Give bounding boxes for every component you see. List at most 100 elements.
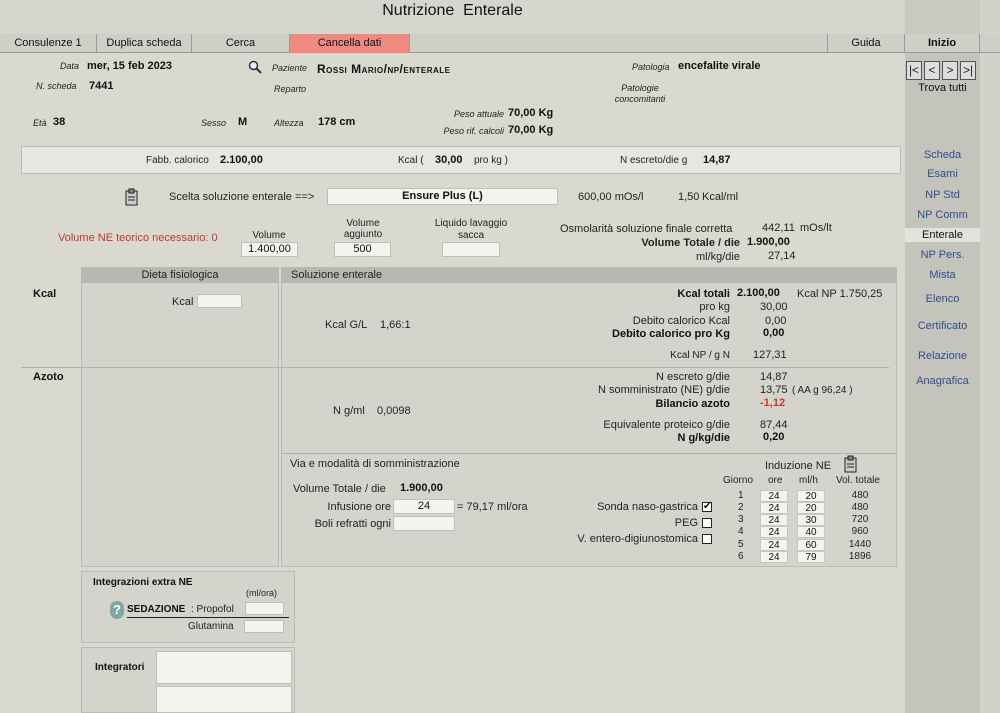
via-divider — [281, 453, 897, 454]
clipboard-icon[interactable] — [124, 188, 140, 206]
concomitanti-label: Patologie concomitanti — [614, 83, 666, 104]
liquido-label: Liquido lavaggio sacca — [434, 218, 508, 241]
nav-item-anagrafica[interactable]: Anagrafica — [905, 374, 980, 388]
kcal-np-total: Kcal NP 1.750,25 — [797, 288, 883, 300]
induzione-mlh-input[interactable]: 60 — [797, 539, 825, 551]
guida-button[interactable]: Guida — [827, 34, 905, 53]
nav-item-esami[interactable]: Esami — [905, 167, 980, 181]
induzione-mlh-input[interactable]: 40 — [797, 526, 825, 538]
nav-item-scheda[interactable]: Scheda — [905, 148, 980, 162]
nav-item-enterale[interactable]: Enterale — [905, 228, 980, 242]
cerca-button[interactable]: Cerca — [192, 34, 290, 53]
induzione-giorno: 1 — [738, 490, 744, 501]
nav-item-certificato[interactable]: Certificato — [905, 319, 980, 333]
last-record-button[interactable]: >| — [960, 61, 976, 80]
prokg-label: pro kg — [699, 301, 730, 313]
solution-kcal-value: 1,50 — [678, 191, 700, 203]
induzione-ore-input[interactable]: 24 — [760, 539, 788, 551]
peg-label: PEG — [674, 517, 698, 529]
vent-checkbox[interactable] — [702, 534, 712, 544]
scheda-label: N. scheda — [36, 81, 77, 91]
liquido-input[interactable] — [442, 242, 500, 257]
vt-label: Volume Totale / die — [641, 237, 740, 249]
duplica-scheda-button[interactable]: Duplica scheda — [97, 34, 192, 53]
help-icon[interactable]: ? — [110, 601, 124, 619]
nav-item-mista[interactable]: Mista — [905, 268, 980, 282]
h-vol: Vol. totale — [836, 475, 880, 486]
n-somm-label: N somministrato (NE) g/die — [597, 384, 730, 396]
kcal-npg-value: 127,31 — [753, 349, 787, 361]
n-somm-value: 13,75 — [760, 384, 788, 396]
induzione-ore-input[interactable]: 24 — [760, 551, 788, 563]
glutamina-input[interactable] — [244, 620, 284, 633]
sesso-value: M — [238, 116, 248, 128]
nav-item-np-comm[interactable]: NP Comm — [905, 208, 980, 222]
row-azoto-label: Azoto — [33, 371, 64, 383]
dieta-title: Dieta fisiologica — [141, 269, 219, 281]
integratori-field-1[interactable] — [156, 651, 292, 684]
induzione-ore-input[interactable]: 24 — [760, 526, 788, 538]
solution-select[interactable]: Ensure Plus (L) — [327, 188, 558, 205]
induzione-vol-value: 480 — [851, 490, 869, 501]
induzione-clipboard-icon[interactable] — [843, 455, 859, 473]
debitokg-label: Debito calorico pro Kg — [612, 328, 730, 340]
induzione-mlh-input[interactable]: 20 — [797, 490, 825, 502]
next-record-button[interactable]: > — [942, 61, 958, 80]
data-label: Data — [60, 61, 80, 71]
induzione-giorno: 2 — [738, 502, 744, 513]
first-record-button[interactable]: |< — [906, 61, 922, 80]
infusione-input[interactable]: 24 — [393, 499, 455, 514]
induzione-ore-input[interactable]: 24 — [760, 502, 788, 514]
trova-tutti-button[interactable]: Trova tutti — [905, 82, 980, 94]
prev-record-button[interactable]: < — [924, 61, 940, 80]
induzione-giorno: 5 — [738, 539, 744, 550]
peg-checkbox[interactable] — [702, 518, 712, 528]
dieta-kcal-input[interactable] — [197, 294, 242, 308]
nav-item-np-pers[interactable]: NP Pers. — [905, 248, 980, 262]
aggiunto-label: Volume aggiunto — [343, 218, 383, 240]
induzione-giorno: 6 — [738, 551, 744, 562]
via-title: Via e modalità di somministrazione — [290, 458, 460, 470]
kcal-label: Kcal ( — [398, 155, 424, 166]
boli-input[interactable] — [393, 516, 455, 531]
kcal-tot-label: Kcal totali — [677, 288, 730, 300]
induzione-ore-input[interactable]: 24 — [760, 490, 788, 502]
integratori-field-2[interactable] — [156, 686, 292, 713]
integrazioni-title: Integrazioni extra NE — [93, 577, 193, 588]
peso-attuale-label: Peso attuale — [453, 109, 504, 119]
nav-item-np-std[interactable]: NP Std — [905, 188, 980, 202]
sonda-checkbox[interactable]: ✔ — [702, 502, 712, 512]
aa-value: ( AA g 96,24 ) — [792, 385, 853, 396]
cancella-dati-button[interactable]: Cancella dati — [290, 34, 410, 53]
reparto-label: Reparto — [274, 84, 307, 94]
induzione-ore-input[interactable]: 24 — [760, 514, 788, 526]
induzione-mlh-input[interactable]: 79 — [797, 551, 825, 563]
nav-item-relazione[interactable]: Relazione — [905, 349, 980, 363]
bilancio-label: Bilancio azoto — [655, 398, 730, 410]
search-icon[interactable] — [248, 60, 262, 74]
vent-label: V. entero-digiunostomica — [577, 533, 698, 545]
debito-value: 0,00 — [765, 315, 787, 327]
induzione-mlh-input[interactable]: 20 — [797, 502, 825, 514]
consulenze-button[interactable]: Consulenze 1 — [0, 34, 97, 53]
peso-rif-label: Peso rif. calcoli — [443, 126, 504, 136]
kcal-tot-value: 2.100,00 — [737, 287, 780, 299]
ngml-value: 0,0098 — [377, 405, 411, 417]
infusione-rate: = 79,17 ml/ora — [457, 501, 528, 513]
vt-value: 1.900,00 — [747, 236, 790, 248]
solution-kcal-unit: Kcal/ml — [702, 191, 739, 203]
volume-teorico: Volume NE teorico necessario: 0 — [58, 232, 218, 244]
propofol-input[interactable] — [245, 602, 284, 615]
bilancio-value: -1,12 — [760, 397, 786, 409]
induzione-vol-value: 1440 — [848, 539, 872, 550]
window-title-bar: Nutrizione Enterale — [0, 0, 905, 34]
aggiunto-input[interactable]: 500 — [334, 242, 391, 257]
patologia-value: encefalite virale — [678, 60, 761, 72]
kcal-npg-label: Kcal NP / g N — [670, 350, 730, 361]
boli-label: Boli refratti ogni — [314, 518, 391, 530]
nav-item-elenco[interactable]: Elenco — [905, 292, 980, 306]
induzione-mlh-input[interactable]: 30 — [797, 514, 825, 526]
peso-rif-value: 70,00 Kg — [508, 124, 554, 136]
inizio-button[interactable]: Inizio — [905, 34, 980, 53]
volume-input[interactable]: 1.400,00 — [241, 242, 298, 257]
